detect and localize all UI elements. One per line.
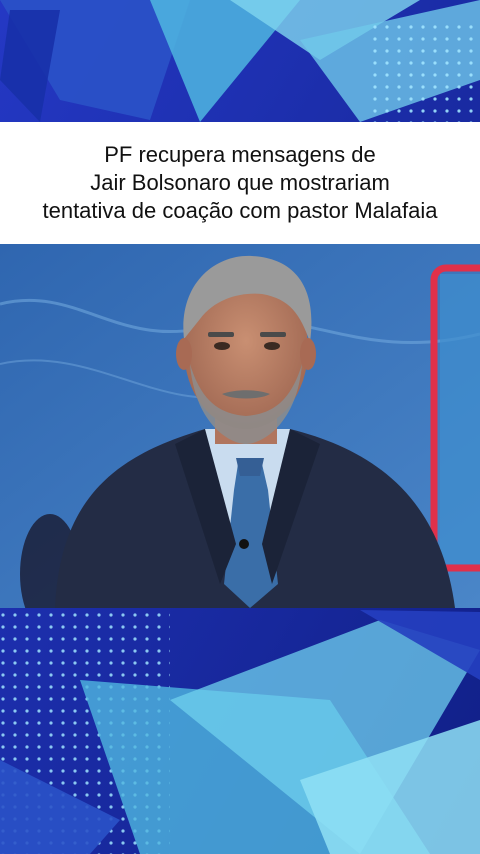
headline-line-1: PF recupera mensagens de [104, 142, 376, 167]
headline-line-2: Jair Bolsonaro que mostrariam [90, 170, 390, 195]
headline-text: PF recupera mensagens de Jair Bolsonaro … [24, 141, 455, 225]
news-video-frame[interactable] [0, 244, 480, 608]
headline-banner: PF recupera mensagens de Jair Bolsonaro … [0, 122, 480, 244]
anchor-scene [0, 244, 480, 608]
headline-line-3: tentativa de coação com pastor Malafaia [42, 198, 438, 223]
